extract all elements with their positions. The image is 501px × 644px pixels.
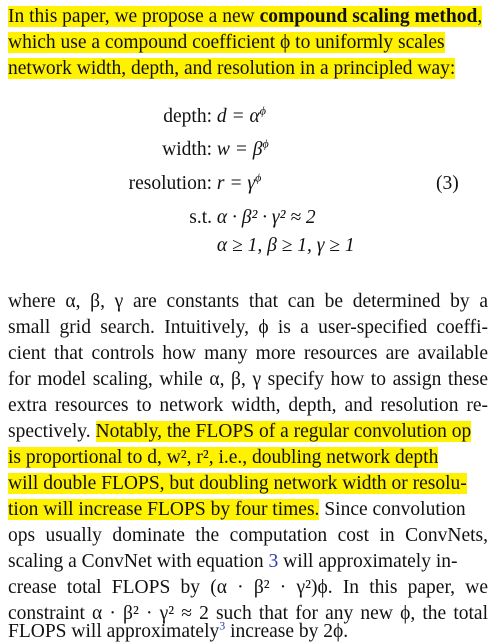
body-line-14: FLOPS will approximately3 increase by 2ϕ… xyxy=(8,618,349,643)
equation-row-bounds: α ≥ 1, β ≥ 1, γ ≥ 1 xyxy=(216,235,355,256)
body-line-1: where α, β, γ are constants that can be … xyxy=(8,291,488,312)
intro-line-2: which use a compound coefficient ϕ to un… xyxy=(8,32,445,53)
body-line-9: tion will increase FLOPS by four times. … xyxy=(8,499,466,520)
body-line-5: extra resources to network width, depth,… xyxy=(8,395,488,416)
equation-row-depth: depth: d = αϕ xyxy=(163,103,266,128)
equation-row-width: width: w = βϕ xyxy=(162,136,269,161)
body-line-7: is proportional to d, w², r², i.e., doub… xyxy=(8,447,439,468)
body-line-3: cient that controls how many more resour… xyxy=(8,343,488,364)
equation-ref-link[interactable]: 3 xyxy=(269,551,279,572)
body-line-11: scaling a ConvNet with equation 3 will a… xyxy=(8,551,458,572)
intro-line-1: In this paper, we propose a new compound… xyxy=(8,6,483,27)
body-line-8: will double FLOPS, but doubling network … xyxy=(8,473,467,494)
body-line-4: for model scaling, while α, β, γ specify… xyxy=(8,369,488,390)
equation-row-constraint: s.t. α · β² · γ² ≈ 2 xyxy=(189,207,316,228)
body-line-2: small grid search. Intuitively, ϕ is a u… xyxy=(8,317,488,338)
body-line-10: ops usually dominate the computation cos… xyxy=(8,525,488,546)
body-line-12: crease total FLOPS by (α · β² · γ²)ϕ. In… xyxy=(8,577,488,598)
intro-line-3: network width, depth, and resolution in … xyxy=(8,58,456,79)
equation-number: (3) xyxy=(436,173,459,194)
paper-page: In this paper, we propose a new compound… xyxy=(0,0,501,643)
equation-row-resolution: resolution: r = γϕ xyxy=(128,170,262,195)
body-line-6: spectively. Notably, the FLOPS of a regu… xyxy=(8,421,472,442)
